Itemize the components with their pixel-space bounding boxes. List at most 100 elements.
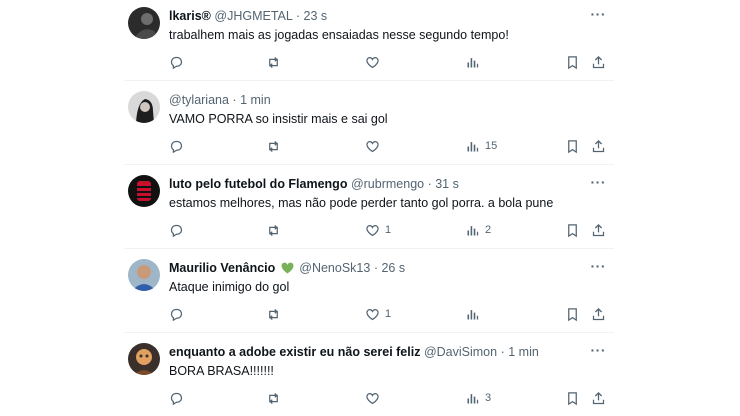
share-icon — [592, 223, 605, 236]
user-handle[interactable]: @DaviSimon — [424, 345, 497, 359]
like-count: 1 — [385, 224, 392, 236]
views-button[interactable]: 15 — [465, 137, 497, 155]
views-icon — [467, 309, 479, 319]
bookmark-icon — [568, 223, 577, 237]
heart-icon — [366, 308, 379, 320]
bookmark-button[interactable] — [565, 389, 580, 407]
tweet-actions: 3 — [169, 389, 609, 407]
separator-dot: · — [295, 9, 301, 23]
views-count: 2 — [485, 224, 492, 236]
share-button[interactable] — [591, 137, 606, 155]
retweet-icon — [269, 56, 278, 68]
separator-dot: · — [427, 177, 432, 191]
timestamp[interactable]: 1 min — [240, 93, 271, 107]
share-button[interactable] — [591, 53, 606, 71]
reply-icon — [170, 56, 183, 69]
tweet[interactable]: luto pelo futebol do Flamengo @rubrmengo… — [124, 168, 614, 249]
avatar[interactable] — [128, 259, 160, 291]
views-button[interactable]: 2 — [465, 221, 491, 239]
user-handle[interactable]: @rubrmengo — [351, 177, 424, 191]
display-name[interactable]: enquanto a adobe existir eu não serei fe… — [169, 345, 420, 359]
bookmark-icon — [568, 139, 577, 153]
share-button[interactable] — [591, 221, 606, 239]
retweet-icon — [269, 392, 278, 404]
more-icon[interactable]: ··· — [591, 6, 607, 22]
tweet[interactable]: enquanto a adobe existir eu não serei fe… — [124, 336, 614, 416]
separator-dot: · — [500, 345, 505, 359]
timestamp[interactable]: 1 min — [508, 345, 539, 359]
share-button[interactable] — [591, 389, 606, 407]
tweet[interactable]: @tylariana · 1 min VAMO PORRA so insisti… — [124, 84, 614, 165]
views-icon — [467, 141, 479, 151]
bookmark-button[interactable] — [565, 305, 580, 323]
tweet[interactable]: lkaris® @JHGMETAL · 23 s ··· trabalhem m… — [124, 0, 614, 81]
reply-button[interactable] — [169, 221, 189, 239]
share-icon — [592, 139, 605, 152]
bookmark-button[interactable] — [565, 221, 580, 239]
user-handle[interactable]: @JHGMETAL — [214, 9, 292, 23]
avatar[interactable] — [128, 175, 160, 207]
tweet-actions: 1 2 — [169, 221, 609, 239]
heart-icon — [366, 392, 379, 404]
separator-dot: · — [232, 93, 237, 107]
display-name[interactable]: lkaris® — [169, 9, 211, 23]
share-icon — [592, 307, 605, 320]
bookmark-icon — [568, 307, 577, 321]
share-button[interactable] — [591, 305, 606, 323]
avatar[interactable] — [128, 343, 160, 375]
tweet-header: @tylariana · 1 min — [169, 92, 584, 108]
views-count: 3 — [485, 392, 492, 404]
bookmark-button[interactable] — [565, 53, 580, 71]
separator-dot: · — [373, 261, 378, 275]
avatar[interactable] — [128, 7, 160, 39]
timestamp[interactable]: 31 s — [435, 177, 459, 191]
reply-button[interactable] — [169, 305, 189, 323]
heart-icon — [366, 224, 379, 236]
tweet-header: lkaris® @JHGMETAL · 23 s — [169, 8, 584, 24]
reply-icon — [170, 140, 183, 153]
display-name[interactable]: luto pelo futebol do Flamengo — [169, 177, 347, 191]
tweet-text: trabalhem mais as jogadas ensaiadas ness… — [169, 28, 509, 42]
timestamp[interactable]: 26 s — [381, 261, 405, 275]
more-icon[interactable]: ··· — [591, 174, 607, 190]
more-icon[interactable]: ··· — [591, 258, 607, 274]
reply-button[interactable] — [169, 389, 189, 407]
tweet-actions: 1 — [169, 305, 609, 323]
bookmark-icon — [568, 55, 577, 69]
tweet-text: BORA BRASA!!!!!!! — [169, 364, 274, 378]
avatar[interactable] — [128, 91, 160, 123]
like-button[interactable] — [365, 389, 385, 407]
views-button[interactable]: 3 — [465, 389, 491, 407]
user-handle[interactable]: @tylariana — [169, 93, 229, 107]
display-name[interactable]: Maurilio Venâncio — [169, 261, 275, 275]
tweet[interactable]: Maurilio Venâncio @NenoSk13 · 26 s ··· A… — [124, 252, 614, 333]
retweet-button[interactable] — [266, 137, 286, 155]
more-icon[interactable]: ··· — [591, 342, 607, 358]
retweet-button[interactable] — [266, 389, 286, 407]
reply-icon — [170, 224, 183, 237]
like-button[interactable] — [365, 53, 385, 71]
tweet-header: Maurilio Venâncio @NenoSk13 · 26 s — [169, 260, 584, 276]
bookmark-icon — [568, 391, 577, 405]
reply-button[interactable] — [169, 53, 189, 71]
share-icon — [592, 55, 605, 68]
tweet-header: enquanto a adobe existir eu não serei fe… — [169, 344, 584, 360]
reply-icon — [170, 392, 183, 405]
views-button[interactable] — [465, 305, 485, 323]
timestamp[interactable]: 23 s — [304, 9, 328, 23]
tweet-text: Ataque inimigo do gol — [169, 280, 290, 294]
retweet-icon — [269, 140, 278, 152]
retweet-button[interactable] — [266, 305, 286, 323]
like-button[interactable]: 1 — [365, 221, 391, 239]
like-button[interactable] — [365, 137, 385, 155]
like-button[interactable]: 1 — [365, 305, 391, 323]
timeline-feed: lkaris® @JHGMETAL · 23 s ··· trabalhem m… — [124, 0, 614, 416]
bookmark-button[interactable] — [565, 137, 580, 155]
tweet-actions: 15 — [169, 137, 609, 155]
heart-icon — [366, 56, 379, 68]
retweet-button[interactable] — [266, 53, 286, 71]
reply-button[interactable] — [169, 137, 189, 155]
user-handle[interactable]: @NenoSk13 — [299, 261, 370, 275]
views-button[interactable] — [465, 53, 485, 71]
retweet-button[interactable] — [266, 221, 286, 239]
